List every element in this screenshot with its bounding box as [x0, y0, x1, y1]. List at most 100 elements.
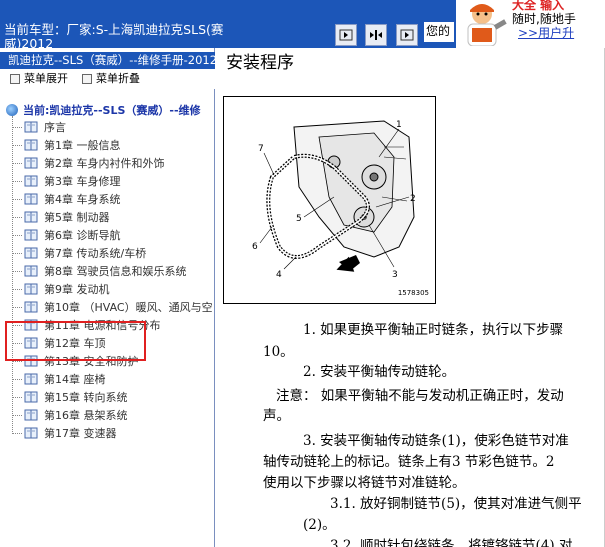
- tree-item-label: 第5章 制动器: [44, 211, 110, 224]
- callout-4: 4: [276, 270, 282, 280]
- book-icon: [24, 373, 38, 385]
- book-icon: [24, 229, 38, 241]
- tree-item-label: 第17章 变速器: [44, 427, 117, 440]
- book-icon: [24, 157, 38, 169]
- step-3-line2: 轴传动链轮上的标记。链条上有3 节彩色链节。2: [263, 454, 555, 470]
- tree-item[interactable]: 第8章 驾驶员信息和娱乐系统: [12, 262, 187, 280]
- page-title: 安装程序: [226, 53, 294, 73]
- tree-connector: [12, 288, 22, 290]
- menu-expand-button[interactable]: 菜单展开: [10, 69, 68, 89]
- nav-split-button[interactable]: [365, 24, 387, 46]
- tree-item[interactable]: 第7章 传动系统/车桥: [12, 244, 146, 262]
- tree-item-label: 第3章 车身修理: [44, 175, 121, 188]
- book-icon: [24, 301, 38, 313]
- tree-item[interactable]: 第6章 诊断导航: [12, 226, 121, 244]
- tree-connector: [12, 252, 22, 254]
- figure-code: 1578305: [397, 289, 429, 297]
- caution-note-cont: 声。: [263, 408, 290, 424]
- callout-2: 2: [410, 194, 416, 204]
- step-1-cont: 10。: [263, 344, 294, 360]
- callout-3: 3: [392, 270, 398, 280]
- menu-collapse-label: 菜单折叠: [96, 72, 140, 85]
- nav-last-button[interactable]: [396, 24, 418, 46]
- nav-last-icon: [400, 29, 414, 41]
- tree-connector: [12, 162, 22, 164]
- tree-connector: [12, 144, 22, 146]
- collapse-icon: [82, 74, 92, 84]
- tree-item-label: 第7章 传动系统/车桥: [44, 247, 147, 260]
- book-icon: [24, 427, 38, 439]
- user-upgrade-link[interactable]: >>用户升: [518, 24, 574, 41]
- tree-item[interactable]: 第5章 制动器: [12, 208, 110, 226]
- book-icon: [24, 193, 38, 205]
- tree-connector: [12, 306, 22, 308]
- book-icon: [24, 283, 38, 295]
- nav-first-icon: [339, 29, 353, 41]
- tree-connector: [12, 432, 22, 434]
- step-3: 3. 安装平衡轴传动链条(1)，使彩色链节对准: [303, 433, 569, 449]
- tree-item[interactable]: 第17章 变速器: [12, 424, 117, 442]
- tree-item-label: 第6章 诊断导航: [44, 229, 121, 242]
- tree-item[interactable]: 第9章 发动机: [12, 280, 110, 298]
- book-icon: [24, 247, 38, 259]
- highlight-box: [5, 321, 146, 361]
- step-2: 2. 安装平衡轴传动链轮。: [303, 364, 456, 380]
- tree-item-label: 第14章 座椅: [44, 373, 106, 386]
- tree-item-label: 第10章 （HVAC）暖风、通风与空: [44, 301, 213, 314]
- mechanic-mascot-icon: [467, 4, 507, 46]
- car-label-value: 厂家:S-上海凯迪拉克SLS(赛: [66, 22, 224, 37]
- tree-item[interactable]: 第10章 （HVAC）暖风、通风与空: [12, 298, 213, 316]
- book-icon: [24, 409, 38, 421]
- tree-item-label: 第1章 一般信息: [44, 139, 121, 152]
- manual-title: 凯迪拉克--SLS（赛威）--维修手册-2012: [0, 52, 215, 69]
- step-3-line3: 使用以下步骤以将链节对准链轮。: [263, 475, 466, 491]
- book-icon: [24, 391, 38, 403]
- ad-panel[interactable]: 大全 输入 随时,随地手 >>用户升: [456, 0, 605, 48]
- tree-item-label: 序言: [44, 121, 66, 134]
- globe-icon: [6, 104, 18, 116]
- callout-1: 1: [396, 120, 402, 130]
- book-icon: [24, 139, 38, 151]
- tree-connector: [12, 126, 22, 128]
- current-car-label: 当前车型：厂家:S-上海凯迪拉克SLS(赛: [4, 22, 334, 38]
- menu-expand-label: 菜单展开: [24, 72, 68, 85]
- tree-connector: [12, 198, 22, 200]
- tree-item[interactable]: 第15章 转向系统: [12, 388, 128, 406]
- tree-root[interactable]: 当前:凯迪拉克--SLS（赛威）--维修: [6, 102, 201, 118]
- left-nav-panel: 凯迪拉克--SLS（赛威）--维修手册-2012 菜单展开 菜单折叠 当前:凯迪…: [0, 48, 215, 547]
- tree-item[interactable]: 第16章 悬架系统: [12, 406, 128, 424]
- tree-item[interactable]: 第2章 车身内衬件和外饰: [12, 154, 165, 172]
- notice-text: 您的: [424, 22, 454, 42]
- tree-connector: [12, 216, 22, 218]
- nav-split-icon: [370, 30, 382, 40]
- tree-item-label: 第4章 车身系统: [44, 193, 121, 206]
- tree-connector: [12, 270, 22, 272]
- tree-item[interactable]: 第4章 车身系统: [12, 190, 121, 208]
- callout-7: 7: [258, 144, 264, 154]
- tree-item[interactable]: 序言: [12, 118, 66, 136]
- step-3-1: 3.1. 放好铜制链节(5)，使其对准进气侧平: [330, 496, 582, 512]
- nav-first-button[interactable]: [335, 24, 357, 46]
- tree-item[interactable]: 第1章 一般信息: [12, 136, 121, 154]
- expand-icon: [10, 74, 20, 84]
- tree-item[interactable]: 第14章 座椅: [12, 370, 106, 388]
- menu-collapse-button[interactable]: 菜单折叠: [82, 69, 140, 89]
- menu-bar: 菜单展开 菜单折叠: [0, 69, 215, 89]
- tree-item-label: 第16章 悬架系统: [44, 409, 128, 422]
- tree-connector: [12, 234, 22, 236]
- callout-5: 5: [296, 214, 302, 224]
- caution-note: 注意： 如果平衡轴不能与发动机正确正时，发动: [276, 388, 564, 404]
- tree-root-label: 当前:凯迪拉克--SLS（赛威）--维修: [23, 104, 201, 117]
- document-content: 安装程序 1 2 3 4 5 6 7 1578305 1. 如果更换平衡轴正时链…: [216, 48, 605, 547]
- tree-connector: [12, 180, 22, 182]
- engine-diagram-figure: 1 2 3 4 5 6 7 1578305: [223, 96, 436, 304]
- book-icon: [24, 211, 38, 223]
- tree-item-label: 第8章 驾驶员信息和娱乐系统: [44, 265, 187, 278]
- top-header-bar: 当前车型：厂家:S-上海凯迪拉克SLS(赛 威)2012 您的 大全 输入 随时…: [0, 0, 605, 48]
- step-3-1-cont: (2)。: [303, 517, 336, 533]
- step-3-2: 3.2. 顺时针包绕链条，将镀铬链节(4) 对: [330, 538, 573, 547]
- timing-chain-diagram: 1 2 3 4 5 6 7: [252, 120, 416, 280]
- book-icon: [24, 175, 38, 187]
- tree-item[interactable]: 第3章 车身修理: [12, 172, 121, 190]
- tree-item-label: 第2章 车身内衬件和外饰: [44, 157, 165, 170]
